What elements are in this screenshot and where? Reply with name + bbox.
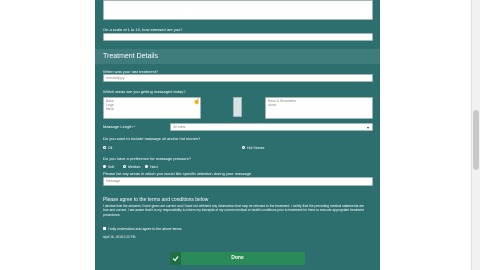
chevron-down-icon: ▾ [366, 124, 369, 130]
massage-length-select[interactable]: 30 mins ▾ [170, 123, 373, 131]
medium-radio-label: Medium [128, 164, 141, 169]
treatment-section-header: Treatment Details [95, 49, 380, 64]
hard-radio[interactable] [145, 165, 148, 168]
soft-radio[interactable] [103, 165, 106, 168]
area-option[interactable]: Neck [106, 107, 198, 111]
page-scrollbar[interactable] [471, 0, 480, 270]
agree-label: I fully understand and agree to the abov… [108, 226, 183, 231]
areas-label: Which areas are you getting massaged tod… [103, 89, 186, 94]
terms-title: Please agree to the terms and conditions… [103, 197, 209, 203]
pointer-cursor-icon: ☝ [193, 99, 201, 105]
timestamp: April 16, 2018 2:22 PM [103, 235, 136, 239]
medium-radio[interactable] [123, 165, 126, 168]
massage-length-label: Massage Length * [103, 124, 136, 129]
attention-label: Please list any areas in which you would… [103, 171, 252, 176]
oil-radio-label: Oil [108, 145, 113, 150]
last-treatment-input[interactable]: mm/dd/yyyy [103, 74, 373, 82]
done-button[interactable]: Done [170, 252, 305, 265]
attention-input[interactable]: Message [103, 177, 373, 186]
section-title: Treatment Details [103, 53, 158, 60]
area-selected-option[interactable]: Arms [268, 103, 370, 107]
hot-stones-radio[interactable] [242, 146, 245, 149]
soft-radio-label: Soft [108, 164, 115, 169]
stress-input[interactable] [103, 33, 373, 41]
scrollbar-thumb[interactable] [473, 110, 479, 170]
form-page: On a scale of 1 to 10, how stressed are … [95, 0, 380, 270]
previous-textarea[interactable] [103, 0, 373, 20]
agree-checkbox[interactable] [103, 227, 106, 230]
hot-stones-radio-label: Hot Stones [247, 145, 265, 150]
areas-selected-list[interactable]: Back & Shoulders Arms [265, 97, 373, 119]
terms-text: I declare that the answers I have given … [103, 204, 364, 217]
stress-question-label: On a scale of 1 to 10, how stressed are … [103, 27, 183, 32]
transfer-button[interactable] [233, 97, 242, 117]
oil-radio[interactable] [103, 146, 106, 149]
pressure-label: Do you have a preference for massage pre… [103, 156, 192, 161]
hard-radio-label: Hard [150, 164, 158, 169]
done-button-label: Done [231, 255, 244, 261]
hot-stones-label: Do you want to include massage oil and/o… [103, 136, 201, 141]
areas-available-list[interactable]: Back Legs Neck [103, 97, 201, 119]
massage-length-value: 30 mins [173, 125, 186, 129]
